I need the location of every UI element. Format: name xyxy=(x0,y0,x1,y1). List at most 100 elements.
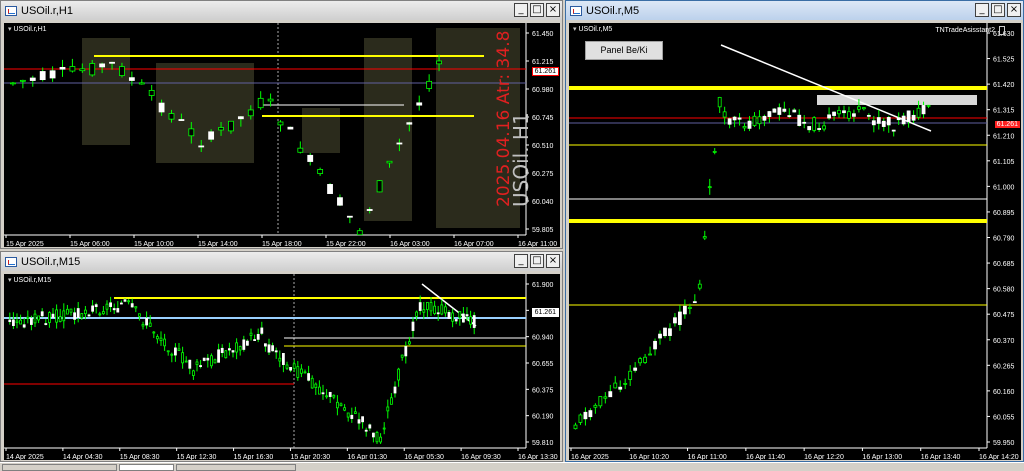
candle-body xyxy=(847,111,851,119)
candle-body xyxy=(911,114,916,121)
chart-label: USOil.r,H1 xyxy=(8,25,46,33)
candle-body xyxy=(361,416,365,423)
maximize-button[interactable]: □ xyxy=(991,3,1005,17)
candle-body xyxy=(429,302,433,312)
time-tick-label: 16 Apr 11:00 xyxy=(518,241,557,247)
time-tick-label: 15 Apr 18:00 xyxy=(262,241,302,247)
window-m5[interactable]: USOil.r,M5 _ □ × 61.630 61.525 61.420 61.31… xyxy=(565,0,1024,462)
price-tick-label: 60.790 xyxy=(993,236,1015,243)
candle-body xyxy=(396,142,403,145)
candle-body xyxy=(39,71,46,81)
candle-body xyxy=(608,391,613,398)
price-tick-label: 61.900 xyxy=(532,282,554,289)
candle-body xyxy=(752,115,757,126)
chart-area-m15[interactable]: 61.90061.42060.94060.65560.37560.19059.8… xyxy=(4,274,560,460)
candle-body xyxy=(356,230,363,236)
minimize-button[interactable]: _ xyxy=(514,3,528,17)
chart-area-h1[interactable]: 61.450 61.215 60.980 60.745 60.510 60.275 60.0… xyxy=(4,23,560,247)
maximize-button[interactable]: □ xyxy=(530,3,544,17)
minimize-button[interactable]: _ xyxy=(975,3,989,17)
candle-body xyxy=(138,82,145,85)
time-tick-label: 16 Apr 13:40 xyxy=(921,454,961,460)
candle-body xyxy=(299,368,303,374)
candle-body xyxy=(307,373,311,381)
candle-body xyxy=(79,68,86,72)
chart-area-m5[interactable]: 61.630 61.525 61.420 61.315 61.210 61.105 61.0… xyxy=(569,23,1021,460)
minimize-button[interactable]: _ xyxy=(514,254,528,268)
candle-body xyxy=(857,106,861,110)
candle-body xyxy=(76,308,80,318)
titlebar-m15[interactable]: USOil.r,M15 _ □ × xyxy=(1,252,562,271)
candle-body xyxy=(158,102,165,113)
chart-window-icon xyxy=(570,5,582,16)
candle-body xyxy=(260,327,264,334)
price-tick-label: 60.275 xyxy=(532,171,554,178)
window-m15[interactable]: USOil.r,M15 _ □ × 61.90061.42060.94060.6… xyxy=(0,251,563,462)
candle-body xyxy=(148,89,155,96)
candle-body xyxy=(297,147,304,153)
candle-body xyxy=(400,354,404,358)
candle-body xyxy=(881,120,886,127)
time-tick-label: 16 Apr 12:20 xyxy=(804,454,844,460)
candle-body xyxy=(386,160,393,164)
candle-body xyxy=(436,60,442,65)
candle-body xyxy=(277,121,284,126)
last-price-tag: 61.261 xyxy=(531,67,559,76)
time-tick-label: 16 Apr 11:40 xyxy=(746,454,785,460)
time-tick-label: 14 Apr 2025 xyxy=(6,454,44,460)
session-box xyxy=(364,38,412,221)
time-tick-label: 15 Apr 20:30 xyxy=(290,454,330,460)
candle-body xyxy=(245,340,249,346)
candle-body xyxy=(353,411,357,414)
price-tick-label: 61.105 xyxy=(993,159,1015,166)
panel-be-ki-button[interactable]: Panel Be/Ki xyxy=(585,41,663,60)
titlebar-h1[interactable]: USOil.r,H1 _ □ × xyxy=(1,1,562,20)
candle-body xyxy=(327,184,333,194)
price-tick-label: 61.000 xyxy=(993,184,1015,191)
candle-body xyxy=(916,107,921,118)
price-tick-label: 61.525 xyxy=(993,57,1015,64)
candle-body xyxy=(712,150,717,153)
candle-body xyxy=(767,111,772,117)
candle-body xyxy=(792,109,797,113)
candle-body xyxy=(426,80,433,89)
close-button[interactable]: × xyxy=(1007,3,1021,17)
candle-body xyxy=(116,308,120,313)
maximize-button[interactable]: □ xyxy=(530,254,544,268)
time-tick-label: 16 Apr 13:00 xyxy=(862,454,902,460)
candle-body xyxy=(325,395,329,398)
close-button[interactable]: × xyxy=(546,254,560,268)
candle-body xyxy=(583,411,588,420)
candle-body xyxy=(19,79,26,82)
candle-body xyxy=(123,299,127,302)
candle-body xyxy=(109,302,112,307)
candle-body xyxy=(707,186,712,189)
candle-body xyxy=(15,320,19,323)
candle-body xyxy=(119,66,125,76)
candle-body xyxy=(406,122,413,125)
price-tick-label: 60.160 xyxy=(993,389,1015,396)
price-tick-label: 61.215 xyxy=(532,59,554,66)
candle-body xyxy=(802,121,807,124)
candle-body xyxy=(416,102,423,106)
candle-body xyxy=(461,313,465,323)
candle-body xyxy=(837,109,841,115)
window-h1[interactable]: USOil.r,H1 _ □ × 61.450 61.215 60.980 60.74… xyxy=(0,0,563,249)
candle-body xyxy=(152,331,156,334)
chart-window-icon xyxy=(5,256,17,267)
candle-body xyxy=(343,407,347,411)
candle-body xyxy=(145,317,149,326)
price-tick-label: 59.810 xyxy=(532,440,554,447)
candle-body xyxy=(397,368,401,381)
candle-body xyxy=(921,105,926,115)
candle-body xyxy=(598,396,603,407)
candle-body xyxy=(209,355,213,367)
close-button[interactable]: × xyxy=(546,3,560,17)
titlebar-m5[interactable]: USOil.r,M5 _ □ × xyxy=(566,1,1023,20)
candle-body xyxy=(128,77,135,81)
candle-body xyxy=(772,108,777,113)
chart-label: USOil.r,M15 xyxy=(8,276,51,284)
candle-body xyxy=(242,339,246,350)
candle-body xyxy=(346,412,350,418)
candle-body xyxy=(22,324,26,328)
